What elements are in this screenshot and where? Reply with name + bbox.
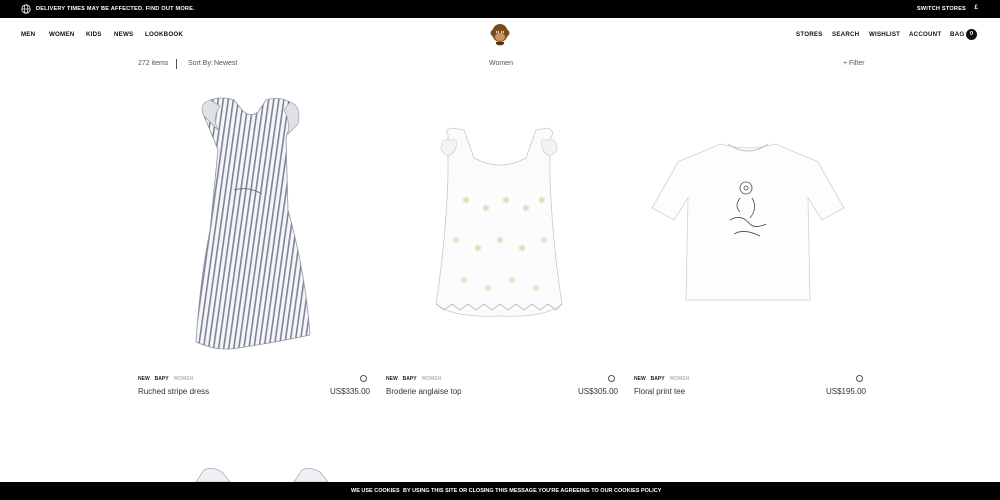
product-name[interactable]: Ruched stripe dress [138,387,209,396]
cookie-label: WE USE COOKIES [351,488,400,494]
nav-account[interactable]: ACCOUNT [909,31,941,38]
announcement-bar: DELIVERY TIMES MAY BE AFFECTED. FIND OUT… [0,0,1000,18]
sort-label[interactable]: Sort By: [188,60,213,67]
tag-new: NEW [634,376,646,382]
nav-bag[interactable]: BAG [950,31,964,38]
main-navigation: MEN WOMEN KIDS NEWS LOOKBOOK STORES SEAR… [0,18,1000,54]
product-name[interactable]: Broderie anglaise top [386,387,462,396]
ape-head-logo[interactable] [489,22,511,48]
nav-women[interactable]: WOMEN [49,31,74,38]
globe-icon [21,4,31,14]
wishlist-toggle[interactable] [608,375,615,382]
tag-category: WOMEN [173,376,194,382]
bag-count-badge[interactable]: 0 [966,29,977,40]
currency-indicator[interactable]: £ [974,5,978,11]
sort-dropdown[interactable]: Newest [214,60,237,67]
nav-search[interactable]: SEARCH [832,31,859,38]
cookie-banner[interactable]: WE USE COOKIES BY USING THIS SITE OR CLO… [0,482,1000,500]
product-price: US$195.00 [825,387,866,396]
filter-button[interactable]: + Filter [843,60,865,67]
tag-brand: BAPY [402,376,417,382]
toolbar-divider [176,59,177,69]
listing-toolbar: 272 items Sort By: Newest Women + Filter [0,56,1000,72]
product-image[interactable] [634,90,862,360]
nav-kids[interactable]: KIDS [86,31,102,38]
tag-category: WOMEN [669,376,690,382]
switch-stores-button[interactable]: SWITCH STORES [917,6,966,12]
tag-brand: BAPY [650,376,665,382]
product-tags: NEW BAPY WOMEN [386,376,446,382]
category-title: Women [489,60,513,67]
nav-wishlist[interactable]: WISHLIST [869,31,900,38]
tag-category: WOMEN [421,376,442,382]
nav-news[interactable]: NEWS [114,31,133,38]
nav-stores[interactable]: STORES [796,31,823,38]
wishlist-toggle[interactable] [360,375,367,382]
wishlist-toggle[interactable] [856,375,863,382]
tag-brand: BAPY [154,376,169,382]
cookie-message[interactable]: BY USING THIS SITE OR CLOSING THIS MESSA… [403,488,661,494]
tag-new: NEW [138,376,150,382]
tag-new: NEW [386,376,398,382]
nav-lookbook[interactable]: LOOKBOOK [145,31,183,38]
nav-men[interactable]: MEN [21,31,35,38]
product-image[interactable] [386,90,614,360]
product-tags: NEW BAPY WOMEN [634,376,694,382]
next-product-image-partial[interactable] [190,466,330,482]
delivery-notice-link[interactable]: DELIVERY TIMES MAY BE AFFECTED. FIND OUT… [36,6,195,12]
product-tags: NEW BAPY WOMEN [138,376,198,382]
product-price: US$335.00 [329,387,370,396]
item-count: 272 items [138,60,169,67]
product-price: US$305.00 [577,387,618,396]
product-name[interactable]: Floral print tee [634,387,685,396]
product-image[interactable] [138,90,366,360]
